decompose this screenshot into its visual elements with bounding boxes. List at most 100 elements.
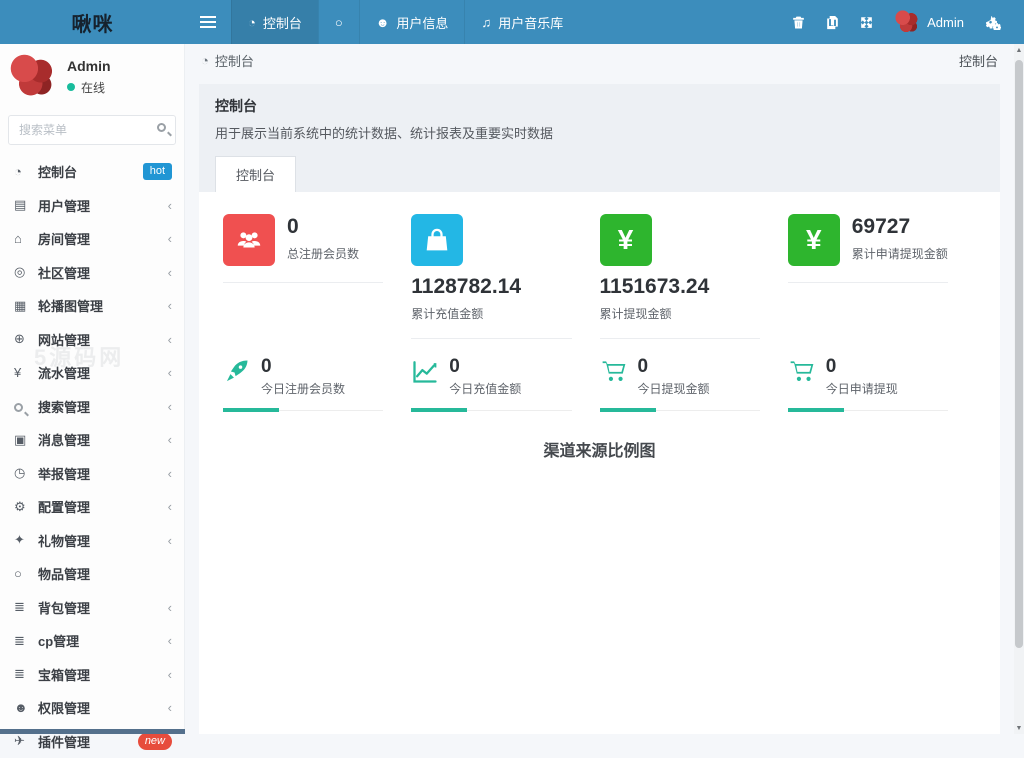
sidebar-item-背包管理[interactable]: ≣背包管理‹	[0, 591, 184, 625]
breadcrumb-item[interactable]: 控制台	[215, 51, 254, 70]
circle-icon: ○	[335, 16, 343, 29]
list-icon: ≣	[14, 633, 38, 649]
scroll-down-icon[interactable]: ▼	[1014, 722, 1024, 734]
sidebar: Admin 在线 ◔控制台hot▤用户管理‹⌂房间管理‹◎社区管理‹▦轮播图管理…	[0, 44, 185, 734]
search-icon	[157, 123, 166, 132]
sidebar-item-流水管理[interactable]: ¥流水管理‹	[0, 356, 184, 390]
chevron-left-icon: ‹	[168, 432, 172, 447]
panel-subtitle: 用于展示当前系统中的统计数据、统计报表及重要实时数据	[215, 123, 984, 142]
tab-console[interactable]: 控制台	[215, 156, 296, 192]
copy-files-icon[interactable]	[815, 0, 849, 44]
stat-今日注册会员数: 0今日注册会员数	[223, 357, 411, 411]
stat-value: 0	[287, 214, 359, 240]
navbar-right: Admin	[781, 0, 1024, 44]
sidebar-item-轮播图管理[interactable]: ▦轮播图管理‹	[0, 289, 184, 323]
sidebar-item-配置管理[interactable]: ⚙配置管理‹	[0, 490, 184, 524]
sidebar-item-cp管理[interactable]: ≣cp管理‹	[0, 624, 184, 658]
page-header-panel: 控制台 用于展示当前系统中的统计数据、统计报表及重要实时数据 控制台	[199, 84, 1000, 192]
chevron-left-icon: ‹	[168, 399, 172, 414]
user-menu[interactable]: Admin	[883, 10, 976, 34]
yen-icon: ¥	[788, 214, 840, 266]
stat-label: 今日充值金额	[449, 380, 521, 397]
secondary-stats-row: 0今日注册会员数 0 今日充值金额 0 今日提现金额 0 今日申请提现	[223, 357, 976, 411]
sidebar-item-房间管理[interactable]: ⌂房间管理‹	[0, 222, 184, 256]
sidebar-item-用户管理[interactable]: ▤用户管理‹	[0, 189, 184, 223]
trash-icon[interactable]	[781, 0, 815, 44]
item-icon: ○	[14, 566, 38, 581]
stat-underline	[788, 410, 948, 411]
stat-value: 69727	[852, 214, 948, 240]
sidebar-item-礼物管理[interactable]: ✦礼物管理‹	[0, 524, 184, 558]
chevron-left-icon: ‹	[168, 600, 172, 615]
chevron-left-icon: ‹	[168, 533, 172, 548]
sidebar-item-宝箱管理[interactable]: ≣宝箱管理‹	[0, 658, 184, 692]
nav-tab-用户音乐库[interactable]: ♫用户音乐库	[464, 0, 579, 44]
stat-label: 累计提现金额	[600, 305, 760, 322]
sidebar-item-权限管理[interactable]: ☻权限管理‹	[0, 691, 184, 725]
stat-今日提现金额: 0 今日提现金额	[600, 357, 788, 411]
main-content: ◔ 控制台 控制台 控制台 用于展示当前系统中的统计数据、统计报表及重要实时数据…	[185, 44, 1014, 734]
stat-value: 0	[826, 357, 898, 376]
scrollbar-thumb[interactable]	[1015, 60, 1023, 648]
money-icon: ¥	[14, 365, 38, 380]
chart-area	[223, 461, 976, 734]
sidebar-scroll-bar[interactable]	[0, 729, 185, 734]
chevron-left-icon: ‹	[168, 231, 172, 246]
sidebar-item-物品管理[interactable]: ○物品管理	[0, 557, 184, 591]
vertical-scrollbar[interactable]: ▲ ▼	[1014, 44, 1024, 734]
brand-logo[interactable]: 啾咪	[0, 0, 185, 44]
nav-tab-circle[interactable]: ○	[318, 0, 359, 44]
settings-cogs-icon[interactable]	[976, 0, 1010, 44]
sidebar-username: Admin	[67, 58, 111, 74]
sidebar-item-网站管理[interactable]: ⊕网站管理‹	[0, 323, 184, 357]
dashboard-card: 0总注册会员数1128782.14累计充值金额¥1151673.24累计提现金额…	[199, 192, 1000, 734]
stat-label: 今日申请提现	[826, 380, 898, 397]
stat-value: 1128782.14	[411, 274, 571, 300]
panel-title: 控制台	[215, 96, 984, 116]
report-icon: ◷	[14, 465, 38, 481]
globe-icon: ⊕	[14, 331, 38, 347]
search-icon	[14, 399, 38, 414]
hot-badge: hot	[143, 163, 172, 180]
chevron-left-icon: ‹	[168, 265, 172, 280]
chevron-left-icon: ‹	[168, 633, 172, 648]
fullscreen-icon[interactable]	[849, 0, 883, 44]
stat-label: 今日提现金额	[638, 380, 710, 397]
users-group-icon	[223, 214, 275, 266]
stat-label: 累计申请提现金额	[852, 245, 948, 262]
sidebar-item-消息管理[interactable]: ▣消息管理‹	[0, 423, 184, 457]
new-badge: new	[138, 733, 172, 750]
cart-icon	[788, 357, 816, 390]
message-icon: ▣	[14, 432, 38, 448]
chart-line-icon	[411, 357, 439, 390]
chevron-left-icon: ‹	[168, 466, 172, 481]
chevron-left-icon: ‹	[168, 332, 172, 347]
chevron-left-icon: ‹	[168, 198, 172, 213]
nav-tab-用户信息[interactable]: ☻用户信息	[359, 0, 465, 44]
sidebar-item-控制台[interactable]: ◔控制台hot	[0, 155, 184, 189]
chevron-left-icon: ‹	[168, 667, 172, 682]
chart-title: 渠道来源比例图	[223, 437, 976, 461]
config-icon: ⚙	[14, 499, 38, 515]
sidebar-item-举报管理[interactable]: ◷举报管理‹	[0, 457, 184, 491]
stat-value: 0	[638, 357, 710, 376]
dashboard-icon: ◔	[248, 16, 256, 29]
online-status: 在线	[67, 79, 111, 96]
sidebar-toggle-icon[interactable]	[185, 0, 231, 44]
stat-value: 0	[449, 357, 521, 376]
nav-tab-控制台[interactable]: ◔控制台	[231, 0, 318, 44]
users-icon: ☻	[14, 700, 38, 715]
navbar-tabs: ◔控制台 ○ ☻用户信息♫用户音乐库	[231, 0, 579, 44]
shopping-bag-icon	[411, 214, 463, 266]
stat-今日充值金额: 0 今日充值金额	[411, 357, 599, 411]
stat-value: 1151673.24	[600, 274, 760, 300]
yen-icon: ¥	[600, 214, 652, 266]
sidebar-item-搜索管理[interactable]: 搜索管理‹	[0, 390, 184, 424]
search-input[interactable]	[8, 115, 176, 145]
id-card-icon: ▤	[14, 197, 38, 213]
stat-underline	[411, 410, 571, 411]
sidebar-item-社区管理[interactable]: ◎社区管理‹	[0, 256, 184, 290]
stat-label: 累计充值金额	[411, 305, 571, 322]
scroll-up-icon[interactable]: ▲	[1014, 44, 1024, 56]
avatar	[10, 54, 55, 99]
